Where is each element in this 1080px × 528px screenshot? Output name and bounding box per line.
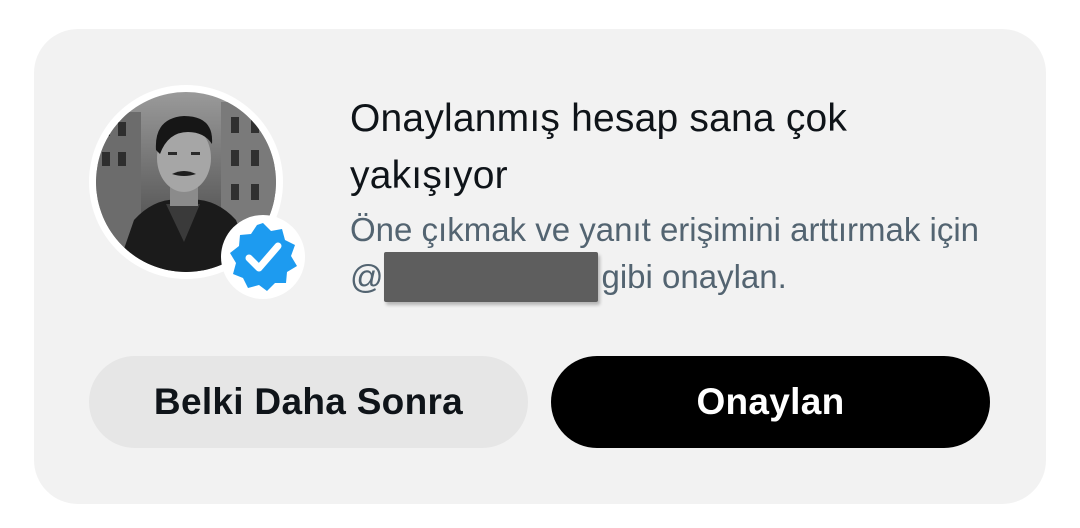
prompt-description: Öne çıkmak ve yanıt erişimini arttırmak … — [350, 207, 1010, 302]
get-verified-button[interactable]: Onaylan — [551, 356, 990, 448]
description-text-end: gibi onaylan. — [601, 258, 787, 295]
avatar-container — [89, 85, 305, 299]
verified-checkmark-icon — [221, 215, 305, 299]
redacted-username — [383, 252, 598, 302]
prompt-title: Onaylanmış hesap sana çok yakışıyor — [350, 97, 848, 197]
maybe-later-button[interactable]: Belki Daha Sonra — [89, 356, 528, 448]
